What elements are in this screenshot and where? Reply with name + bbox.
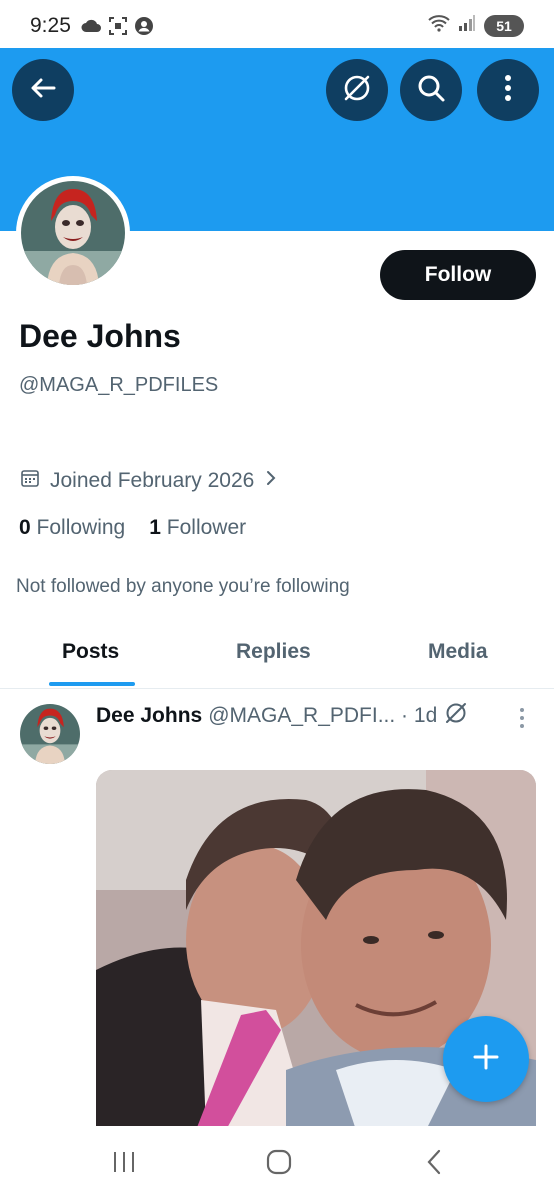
system-nav-bar — [0, 1126, 554, 1200]
followers-label: Follower — [166, 516, 247, 539]
post-avatar[interactable] — [20, 704, 80, 764]
grok-icon — [340, 71, 374, 110]
cloud-icon — [80, 18, 102, 39]
back-nav-button[interactable] — [404, 1144, 464, 1184]
signal-icon — [458, 14, 476, 37]
tab-media[interactable]: Media — [428, 640, 488, 664]
status-icons-left — [80, 16, 154, 41]
back-chevron-icon — [424, 1148, 444, 1181]
joined-label: Joined February 2026 — [50, 469, 255, 492]
search-icon — [416, 73, 446, 108]
follow-stats: 0 Following 1 Follower — [19, 516, 246, 540]
battery-level: 51 — [496, 17, 512, 34]
more-icon — [503, 73, 513, 108]
home-icon — [265, 1148, 293, 1181]
more-vertical-icon — [516, 708, 528, 734]
home-button[interactable] — [249, 1144, 309, 1184]
search-button[interactable] — [400, 59, 462, 121]
followers-link[interactable]: 1 Follower — [149, 516, 246, 540]
follow-button[interactable]: Follow — [380, 250, 536, 300]
following-link[interactable]: 0 Following — [19, 516, 125, 540]
tab-posts[interactable]: Posts — [62, 640, 119, 664]
chevron-right-icon — [264, 469, 278, 493]
followers-count: 1 — [149, 516, 161, 539]
post-author-meta: @MAGA_R_PDFI... · 1d — [208, 704, 438, 727]
avatar-image — [21, 181, 125, 285]
plus-icon — [471, 1042, 501, 1077]
profile-display-name: Dee Johns — [19, 318, 181, 354]
profile-tabs: Posts Replies Media — [0, 626, 554, 689]
battery-icon: 51 — [484, 14, 524, 37]
recents-icon — [111, 1150, 137, 1179]
following-count: 0 — [19, 516, 31, 539]
wifi-icon — [428, 14, 450, 37]
back-button[interactable] — [12, 59, 74, 121]
calendar-icon — [20, 468, 40, 494]
grok-icon[interactable] — [443, 700, 469, 732]
tab-replies[interactable]: Replies — [236, 640, 311, 664]
joined-date[interactable]: Joined February 2026 — [20, 468, 278, 494]
back-icon — [28, 73, 58, 108]
screenshot-icon — [108, 16, 128, 41]
account-icon — [134, 16, 154, 41]
post-more-button[interactable] — [516, 706, 528, 735]
grok-button[interactable] — [326, 59, 388, 121]
status-time: 9:25 — [30, 14, 71, 37]
profile-avatar[interactable] — [16, 176, 130, 290]
mutual-followers-text: Not followed by anyone you’re following — [16, 576, 350, 597]
recents-button[interactable] — [94, 1144, 154, 1184]
status-bar: 9:25 51 — [0, 0, 554, 48]
active-tab-indicator — [49, 682, 135, 686]
compose-button[interactable] — [443, 1016, 529, 1102]
post-header: Dee Johns @MAGA_R_PDFI... · 1d — [96, 700, 469, 732]
more-button[interactable] — [477, 59, 539, 121]
status-icons-right: 51 — [428, 14, 524, 37]
following-label: Following — [36, 516, 126, 539]
profile-handle: @MAGA_R_PDFILES — [19, 374, 219, 396]
post-author-name[interactable]: Dee Johns — [96, 704, 202, 728]
